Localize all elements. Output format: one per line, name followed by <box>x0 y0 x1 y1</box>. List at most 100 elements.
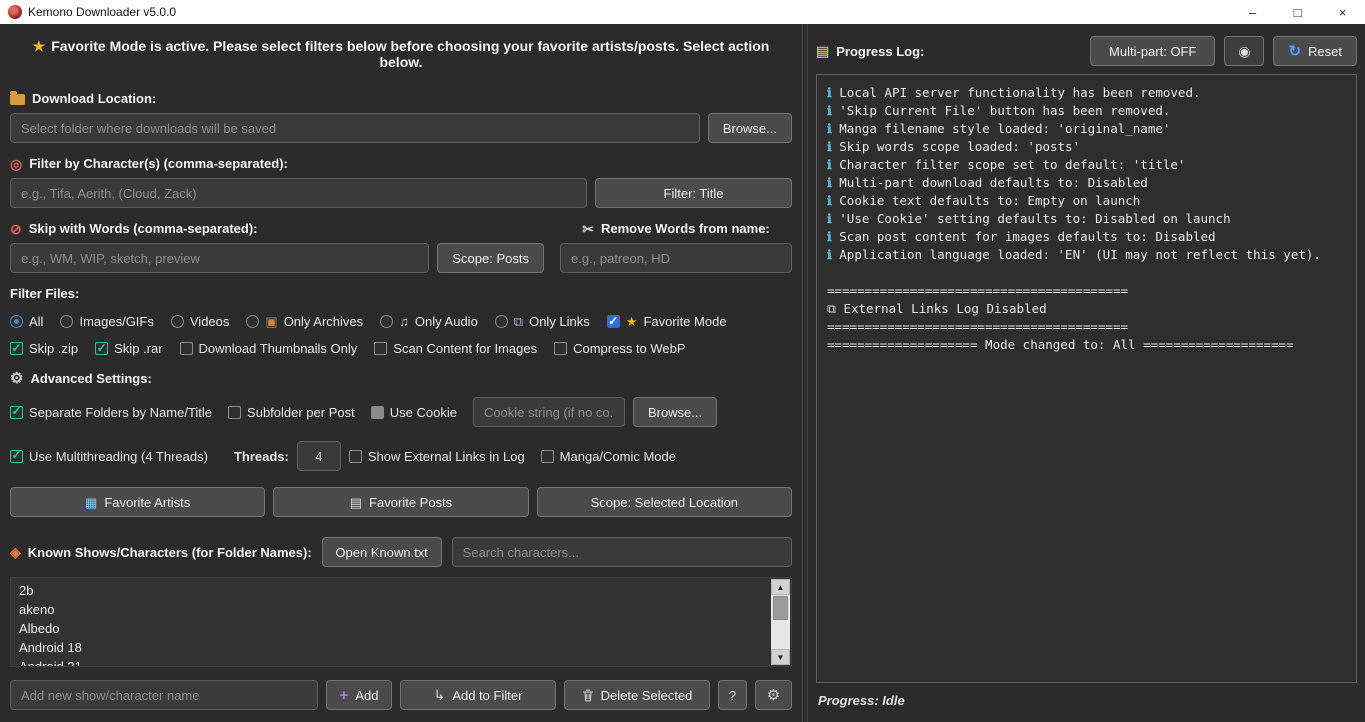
radio-videos[interactable]: Videos <box>171 314 230 329</box>
browse-download-button[interactable]: Browse... <box>708 113 792 143</box>
scroll-down-button[interactable]: ▼ <box>771 649 790 665</box>
close-button[interactable]: × <box>1320 0 1365 24</box>
option-icon: ★ <box>626 315 638 328</box>
scroll-thumb[interactable] <box>773 596 788 620</box>
checkbox-control[interactable] <box>10 450 23 463</box>
help-button[interactable]: ? <box>718 680 747 710</box>
known-shows-label: ◈ Known Shows/Characters (for Folder Nam… <box>10 545 312 560</box>
favorite-artists-button[interactable]: ▦ Favorite Artists <box>10 487 265 517</box>
checkbox-control[interactable] <box>541 450 554 463</box>
delete-selected-button[interactable]: Delete Selected <box>564 680 710 710</box>
checkbox-control[interactable] <box>228 406 241 419</box>
option-label: Only Archives <box>284 314 363 329</box>
visibility-button[interactable]: ◉ <box>1224 36 1264 66</box>
checkbox-compress-to-webp[interactable]: Compress to WebP <box>554 341 685 356</box>
info-icon: ℹ <box>827 175 832 190</box>
checkbox-control[interactable] <box>95 342 108 355</box>
progress-log-text: ℹ Local API server functionality has bee… <box>827 84 1346 354</box>
remove-words-input[interactable] <box>560 243 792 273</box>
radio-only-archives[interactable]: ▣ Only Archives <box>246 314 363 329</box>
checkbox-favorite-mode[interactable]: ★Favorite Mode <box>607 314 727 329</box>
checkbox-skip-zip[interactable]: Skip .zip <box>10 341 78 356</box>
log-line <box>827 264 1346 282</box>
radio-control[interactable] <box>10 315 23 328</box>
radio-images-gifs[interactable]: Images/GIFs <box>60 314 153 329</box>
filter-scope-button[interactable]: Filter: Title <box>595 178 792 208</box>
info-icon: ℹ <box>827 103 832 118</box>
minimize-button[interactable]: – <box>1230 0 1275 24</box>
log-line: ℹ Scan post content for images defaults … <box>827 228 1346 246</box>
skip-words-input[interactable] <box>10 243 429 273</box>
reset-icon: ↻ <box>1288 44 1301 59</box>
option-label: Only Audio <box>415 314 478 329</box>
radio-control[interactable] <box>380 315 393 328</box>
favorite-posts-button[interactable]: ▤ Favorite Posts <box>273 487 528 517</box>
checkbox-control[interactable] <box>371 406 384 419</box>
threads-label: Threads: <box>234 449 289 464</box>
open-known-txt-button[interactable]: Open Known.txt <box>322 537 442 567</box>
checkbox-download-thumbnails-only[interactable]: Download Thumbnails Only <box>180 341 358 356</box>
skip-words-label: ⊘ Skip with Words (comma-separated): <box>10 221 544 236</box>
checkbox-show-external-links[interactable]: Show External Links in Log <box>349 449 525 464</box>
option-icon: ▣ <box>265 315 277 328</box>
radio-control[interactable] <box>495 315 508 328</box>
scroll-up-button[interactable]: ▲ <box>771 579 790 595</box>
character-list[interactable]: 2bakenoAlbedoAndroid 18Android 21 ▲ ▼ <box>10 577 792 667</box>
radio-only-audio[interactable]: ♫Only Audio <box>380 314 478 329</box>
checkbox-control[interactable] <box>554 342 567 355</box>
checkbox-subfolder-per-post[interactable]: Subfolder per Post <box>228 405 355 420</box>
filter-files-row-2: Skip .zip Skip .rar Download Thumbnails On… <box>10 341 792 356</box>
checkbox-manga-comic-mode[interactable]: Manga/Comic Mode <box>541 449 676 464</box>
info-icon: ℹ <box>827 193 832 208</box>
list-item[interactable]: 2b <box>19 581 791 600</box>
add-to-filter-button[interactable]: ↳ Add to Filter <box>400 680 556 710</box>
list-item[interactable]: Albedo <box>19 619 791 638</box>
option-label: Manga/Comic Mode <box>560 449 676 464</box>
checkbox-control[interactable] <box>10 342 23 355</box>
option-label: All <box>29 314 43 329</box>
app-logo-icon <box>8 5 22 19</box>
skip-scope-button[interactable]: Scope: Posts <box>437 243 544 273</box>
radio-control[interactable] <box>171 315 184 328</box>
add-character-input[interactable] <box>10 680 318 710</box>
radio-control[interactable] <box>246 315 259 328</box>
eye-icon: ◉ <box>1238 44 1250 58</box>
radio-control[interactable] <box>60 315 73 328</box>
option-icon: ⧉ <box>514 315 523 328</box>
option-label: Scan Content for Images <box>393 341 537 356</box>
checkbox-control[interactable] <box>349 450 362 463</box>
list-item[interactable]: Android 21 <box>19 657 791 667</box>
option-label: Skip .rar <box>114 341 162 356</box>
progress-log[interactable]: ℹ Local API server functionality has bee… <box>816 74 1357 683</box>
info-icon: ℹ <box>827 229 832 244</box>
maximize-button[interactable]: □ <box>1275 0 1320 24</box>
no-entry-icon: ⊘ <box>10 222 22 236</box>
reset-button[interactable]: ↻ Reset <box>1273 36 1357 66</box>
checkbox-use-multithreading[interactable]: Use Multithreading (4 Threads) <box>10 449 208 464</box>
settings-button[interactable]: ⚙ <box>755 680 792 710</box>
add-button[interactable]: + Add <box>326 680 392 710</box>
cookie-string-input[interactable] <box>473 397 625 427</box>
browse-cookie-button[interactable]: Browse... <box>633 397 717 427</box>
radio-only-links[interactable]: ⧉Only Links <box>495 314 590 329</box>
scope-location-button[interactable]: Scope: Selected Location <box>537 487 792 517</box>
page-icon: ▤ <box>350 496 362 509</box>
search-characters-input[interactable] <box>452 537 792 567</box>
list-item[interactable]: akeno <box>19 600 791 619</box>
checkbox-control[interactable] <box>374 342 387 355</box>
checkbox-control[interactable] <box>10 406 23 419</box>
multipart-toggle-button[interactable]: Multi-part: OFF <box>1090 36 1215 66</box>
checkbox-control[interactable] <box>607 315 620 328</box>
checkbox-scan-content-for-images[interactable]: Scan Content for Images <box>374 341 537 356</box>
target-icon: ◎ <box>10 157 22 171</box>
list-item[interactable]: Android 18 <box>19 638 791 657</box>
checkbox-use-cookie[interactable]: Use Cookie <box>371 405 457 420</box>
download-location-input[interactable] <box>10 113 700 143</box>
checkbox-skip-rar[interactable]: Skip .rar <box>95 341 162 356</box>
checkbox-control[interactable] <box>180 342 193 355</box>
threads-input[interactable] <box>297 441 341 471</box>
radio-all[interactable]: All <box>10 314 43 329</box>
checkbox-separate-folders[interactable]: Separate Folders by Name/Title <box>10 405 212 420</box>
list-scrollbar[interactable]: ▲ ▼ <box>771 579 790 665</box>
character-filter-input[interactable] <box>10 178 587 208</box>
